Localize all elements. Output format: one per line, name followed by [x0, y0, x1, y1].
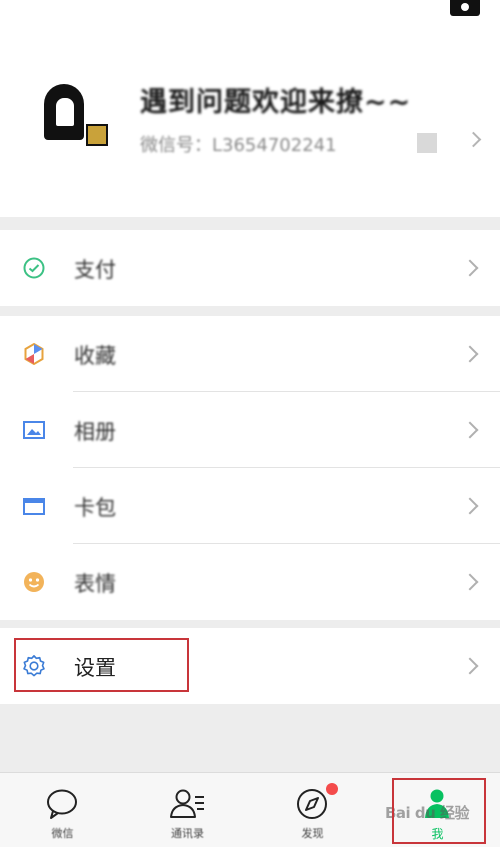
avatar[interactable]	[40, 82, 108, 146]
profile-header[interactable]: 遇到问题欢迎来撩~~ 微信号：L3654702241	[0, 0, 500, 217]
menu-item-favorites[interactable]: 收藏	[0, 316, 500, 392]
contacts-icon	[170, 789, 204, 818]
me-tab-highlight-box	[392, 778, 486, 844]
chevron-right-icon	[461, 259, 479, 277]
tab-chats[interactable]: 微信	[0, 773, 125, 847]
menu-item-cards[interactable]: 卡包	[0, 468, 500, 544]
tab-label: 微信	[51, 827, 74, 840]
album-icon	[23, 421, 45, 439]
chevron-right-icon	[461, 573, 479, 591]
pay-icon	[23, 257, 45, 279]
menu-label: 卡包	[74, 496, 116, 520]
chevron-right-icon	[461, 421, 479, 439]
compass-icon	[297, 789, 327, 819]
camera-icon[interactable]	[450, 0, 480, 16]
chevron-right-icon	[461, 657, 479, 675]
wechat-id: 微信号：L3654702241	[140, 135, 337, 156]
settings-highlight-box	[14, 638, 189, 692]
sticker-icon	[24, 572, 44, 592]
qr-code-icon[interactable]	[417, 133, 437, 153]
card-wallet-icon	[23, 498, 45, 515]
notification-dot	[326, 783, 338, 795]
chat-bubble-icon	[47, 789, 77, 819]
tab-label: 发现	[301, 827, 324, 840]
menu-item-stickers[interactable]: 表情	[0, 544, 500, 620]
tab-label: 通讯录	[171, 827, 204, 840]
menu-label: 支付	[74, 258, 116, 282]
pay-section: 支付	[0, 230, 500, 306]
favorites-icon	[24, 342, 44, 366]
menu-label: 相册	[74, 420, 116, 444]
chevron-right-icon	[461, 345, 479, 363]
nickname: 遇到问题欢迎来撩~~	[140, 87, 412, 118]
menu-label: 收藏	[74, 344, 116, 368]
menu-item-pay[interactable]: 支付	[0, 230, 500, 306]
menu-label: 表情	[74, 572, 116, 596]
tab-contacts[interactable]: 通讯录	[125, 773, 250, 847]
chevron-right-icon[interactable]	[465, 131, 482, 148]
tab-discover[interactable]: 发现	[250, 773, 375, 847]
menu-item-album[interactable]: 相册	[0, 392, 500, 468]
chevron-right-icon	[461, 497, 479, 515]
features-section: 收藏 相册 卡包 表情	[0, 316, 500, 620]
